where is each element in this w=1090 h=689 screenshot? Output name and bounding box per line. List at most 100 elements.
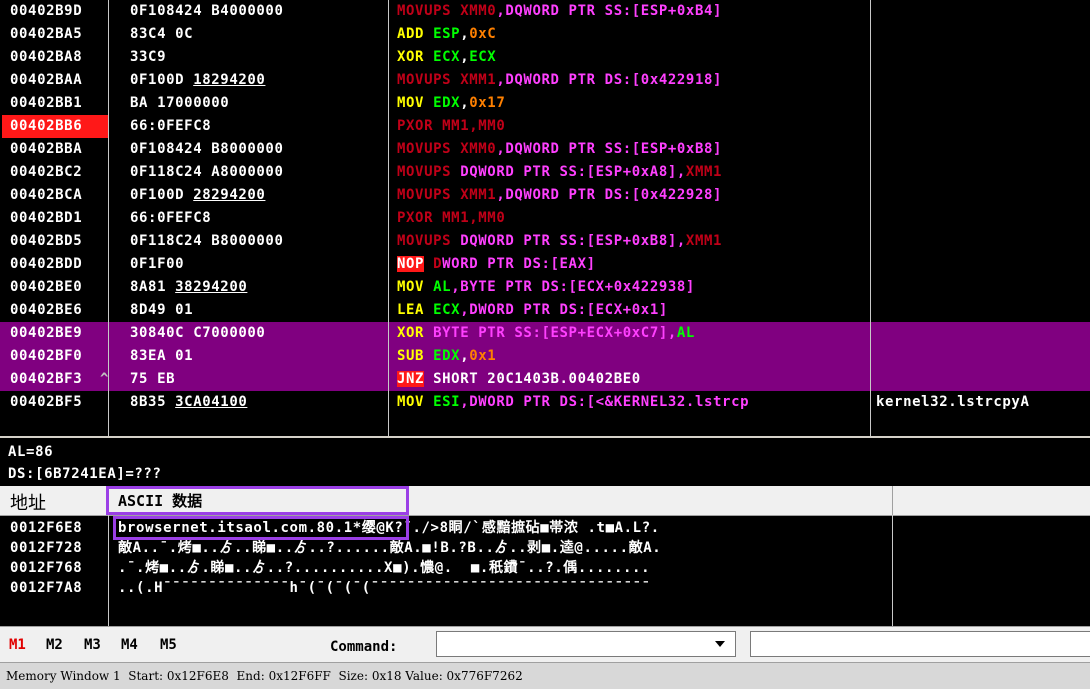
disasm-instruction[interactable]: XOR BYTE PTR SS:[ESP+ECX+0xC7],AL <box>397 322 695 345</box>
disasm-row[interactable]: 00402BF3 ^ 75 EB JNZ SHORT 20C1403B.00402BE… <box>0 368 1090 391</box>
disasm-address[interactable]: 00402BE0 <box>10 276 106 299</box>
disasm-row[interactable]: 00402BA8 33C9 XOR ECX,ECX <box>0 46 1090 69</box>
dump-col-address[interactable]: 地址 <box>10 489 46 515</box>
memory-tab-m2[interactable]: M2 <box>46 637 63 653</box>
disasm-hex[interactable]: 0F118C24 B8000000 <box>130 230 284 253</box>
disasm-address[interactable]: 00402B9D <box>10 0 106 23</box>
disasm-hex[interactable]: 66:0FEFC8 <box>130 115 211 138</box>
disasm-instruction[interactable]: PXOR MM1,MM0 <box>397 115 505 138</box>
column-divider[interactable] <box>892 515 893 626</box>
disasm-instruction[interactable]: JNZ SHORT 20C1403B.00402BE0 <box>397 368 641 391</box>
disasm-hex[interactable]: 0F108424 B8000000 <box>130 138 284 161</box>
disasm-instruction[interactable]: NOP DWORD PTR DS:[EAX] <box>397 253 596 276</box>
chevron-down-icon[interactable] <box>714 640 726 648</box>
dump-ascii[interactable]: browsernet.itsaol.com.80.1*缨@K?¯./>8眮/`঺… <box>118 518 660 538</box>
disasm-row[interactable]: 00402B9D 0F108424 B4000000 MOVUPS XMM0,DQW… <box>0 0 1090 23</box>
disassembly-pane[interactable]: 00402B9D 0F108424 B4000000 MOVUPS XMM0,DQW… <box>0 0 1090 436</box>
disasm-instruction[interactable]: MOVUPS DQWORD PTR SS:[ESP+0xA8],XMM1 <box>397 161 722 184</box>
disasm-hex[interactable]: 66:0FEFC8 <box>130 207 211 230</box>
dump-address[interactable]: 0012F6E8 <box>10 518 82 538</box>
disasm-instruction[interactable]: MOV ESI,DWORD PTR DS:[<&KERNEL32.lstrcp <box>397 391 749 414</box>
disasm-address[interactable]: 00402BBA <box>10 138 106 161</box>
disasm-instruction[interactable]: MOV AL,BYTE PTR DS:[ECX+0x422938] <box>397 276 695 299</box>
dump-col-divider[interactable] <box>108 486 109 515</box>
disasm-instruction[interactable]: MOVUPS XMM0,DQWORD PTR SS:[ESP+0xB4] <box>397 0 722 23</box>
disasm-address[interactable]: 00402BDD <box>10 253 106 276</box>
disasm-address[interactable]: 00402BD5 <box>10 230 106 253</box>
disasm-hex[interactable]: 0F100D 28294200 <box>130 184 265 207</box>
memory-dump-pane[interactable]: 地址 ASCII 数据 0012F6E8 browsernet.itsaol.co… <box>0 486 1090 626</box>
disasm-row[interactable]: 00402BE9 30840C C7000000 XOR BYTE PTR SS:[… <box>0 322 1090 345</box>
disasm-instruction[interactable]: LEA ECX,DWORD PTR DS:[ECX+0x1] <box>397 299 668 322</box>
disasm-address[interactable]: 00402BCA <box>10 184 106 207</box>
disasm-hex[interactable]: 0F1F00 <box>130 253 184 276</box>
dump-row[interactable]: 0012F7A8 ..(.H¯¯¯¯¯¯¯¯¯¯¯¯¯¯h¯(¯(¯(¯(¯¯¯¯… <box>0 578 1090 598</box>
disasm-hex[interactable]: 0F118C24 A8000000 <box>130 161 284 184</box>
disasm-row[interactable]: 00402BB1 BA 17000000 MOV EDX,0x17 <box>0 92 1090 115</box>
column-divider[interactable] <box>108 515 109 626</box>
disasm-address[interactable]: 00402BB6 <box>2 115 108 138</box>
disasm-address[interactable]: 00402BC2 <box>10 161 106 184</box>
dump-ascii[interactable]: .¯.烤■..ゟ.睇■..ゟ..?..........X■).憹@. ■.秖鐨¯… <box>118 558 650 578</box>
disasm-row[interactable]: 00402BB6 66:0FEFC8 PXOR MM1,MM0 <box>0 115 1090 138</box>
disasm-hex[interactable]: 0F108424 B4000000 <box>130 0 284 23</box>
disasm-row[interactable]: 00402BE6 8D49 01 LEA ECX,DWORD PTR DS:[ECX… <box>0 299 1090 322</box>
disasm-hex[interactable]: BA 17000000 <box>130 92 229 115</box>
memory-tab-m3[interactable]: M3 <box>84 637 101 653</box>
dump-address[interactable]: 0012F7A8 <box>10 578 82 598</box>
memory-tab-m1[interactable]: M1 <box>9 637 26 653</box>
disasm-hex[interactable]: 0F100D 18294200 <box>130 69 265 92</box>
disasm-instruction[interactable]: XOR ECX,ECX <box>397 46 496 69</box>
disasm-address[interactable]: 00402BA5 <box>10 23 106 46</box>
dump-address[interactable]: 0012F728 <box>10 538 82 558</box>
disasm-instruction[interactable]: MOVUPS XMM0,DQWORD PTR SS:[ESP+0xB8] <box>397 138 722 161</box>
disasm-address[interactable]: 00402BF5 <box>10 391 106 414</box>
disasm-row[interactable]: 00402BBA 0F108424 B8000000 MOVUPS XMM0,DQW… <box>0 138 1090 161</box>
disasm-hex[interactable]: 8D49 01 <box>130 299 193 322</box>
disasm-instruction[interactable]: MOVUPS DQWORD PTR SS:[ESP+0xB8],XMM1 <box>397 230 722 253</box>
disasm-row[interactable]: 00402BD1 66:0FEFC8 PXOR MM1,MM0 <box>0 207 1090 230</box>
disasm-instruction[interactable]: MOVUPS XMM1,DQWORD PTR DS:[0x422918] <box>397 69 722 92</box>
memory-tab-m5[interactable]: M5 <box>160 637 177 653</box>
disasm-instruction[interactable]: MOV EDX,0x17 <box>397 92 505 115</box>
disasm-row[interactable]: 00402BD5 0F118C24 B8000000 MOVUPS DQWORD P… <box>0 230 1090 253</box>
disasm-row[interactable]: 00402BDD 0F1F00 NOP DWORD PTR DS:[EAX] <box>0 253 1090 276</box>
disasm-hex[interactable]: 8B35 3CA04100 <box>130 391 247 414</box>
dump-col-divider[interactable] <box>892 486 893 515</box>
disasm-row[interactable]: 00402BC2 0F118C24 A8000000 MOVUPS DQWORD P… <box>0 161 1090 184</box>
disasm-hex[interactable]: 33C9 <box>130 46 166 69</box>
disasm-hex[interactable]: 8A81 38294200 <box>130 276 247 299</box>
disasm-address[interactable]: 00402BD1 <box>10 207 106 230</box>
dump-col-ascii[interactable]: ASCII 数据 <box>118 490 202 511</box>
dump-ascii[interactable]: 敵A..¯.烤■..ゟ..睇■..ゟ..?......敵A.■!B.?B..ゟ.… <box>118 538 661 558</box>
disasm-row[interactable]: 00402BA5 83C4 0C ADD ESP,0xC <box>0 23 1090 46</box>
disasm-row[interactable]: 00402BF5 8B35 3CA04100 MOV ESI,DWORD PTR D… <box>0 391 1090 414</box>
dump-row[interactable]: 0012F768 .¯.烤■..ゟ.睇■..ゟ..?..........X■).憹… <box>0 558 1090 578</box>
column-divider[interactable] <box>108 0 109 436</box>
disasm-address[interactable]: 00402BB1 <box>10 92 106 115</box>
disasm-address[interactable]: 00402BF0 <box>10 345 106 368</box>
disasm-address[interactable]: 00402BE6 <box>10 299 106 322</box>
disasm-instruction[interactable]: MOVUPS XMM1,DQWORD PTR DS:[0x422928] <box>397 184 722 207</box>
disasm-hex[interactable]: 83EA 01 <box>130 345 193 368</box>
disasm-address[interactable]: 00402BAA <box>10 69 106 92</box>
disasm-address[interactable]: 00402BF3 <box>10 368 106 391</box>
dump-address[interactable]: 0012F768 <box>10 558 82 578</box>
disasm-row[interactable]: 00402BF0 83EA 01 SUB EDX,0x1 <box>0 345 1090 368</box>
disasm-hex[interactable]: 75 EB <box>130 368 175 391</box>
disasm-hex[interactable]: 83C4 0C <box>130 23 193 46</box>
disasm-row[interactable]: 00402BAA 0F100D 18294200 MOVUPS XMM1,DQWOR… <box>0 69 1090 92</box>
disasm-instruction[interactable]: ADD ESP,0xC <box>397 23 496 46</box>
disasm-hex[interactable]: 30840C C7000000 <box>130 322 265 345</box>
dump-row[interactable]: 0012F728 敵A..¯.烤■..ゟ..睇■..ゟ..?......敵A.■!… <box>0 538 1090 558</box>
disasm-address[interactable]: 00402BA8 <box>10 46 106 69</box>
disasm-instruction[interactable]: PXOR MM1,MM0 <box>397 207 505 230</box>
command-input[interactable] <box>436 631 736 657</box>
dump-ascii[interactable]: ..(.H¯¯¯¯¯¯¯¯¯¯¯¯¯¯h¯(¯(¯(¯(¯¯¯¯¯¯¯¯¯¯¯¯… <box>118 578 651 598</box>
command-extra-field[interactable] <box>750 631 1090 657</box>
dump-row[interactable]: 0012F6E8 browsernet.itsaol.com.80.1*缨@K?¯… <box>0 518 1090 538</box>
disasm-row[interactable]: 00402BE0 8A81 38294200 MOV AL,BYTE PTR DS:… <box>0 276 1090 299</box>
column-divider[interactable] <box>870 0 871 436</box>
memory-tab-m4[interactable]: M4 <box>121 637 138 653</box>
disasm-instruction[interactable]: SUB EDX,0x1 <box>397 345 496 368</box>
